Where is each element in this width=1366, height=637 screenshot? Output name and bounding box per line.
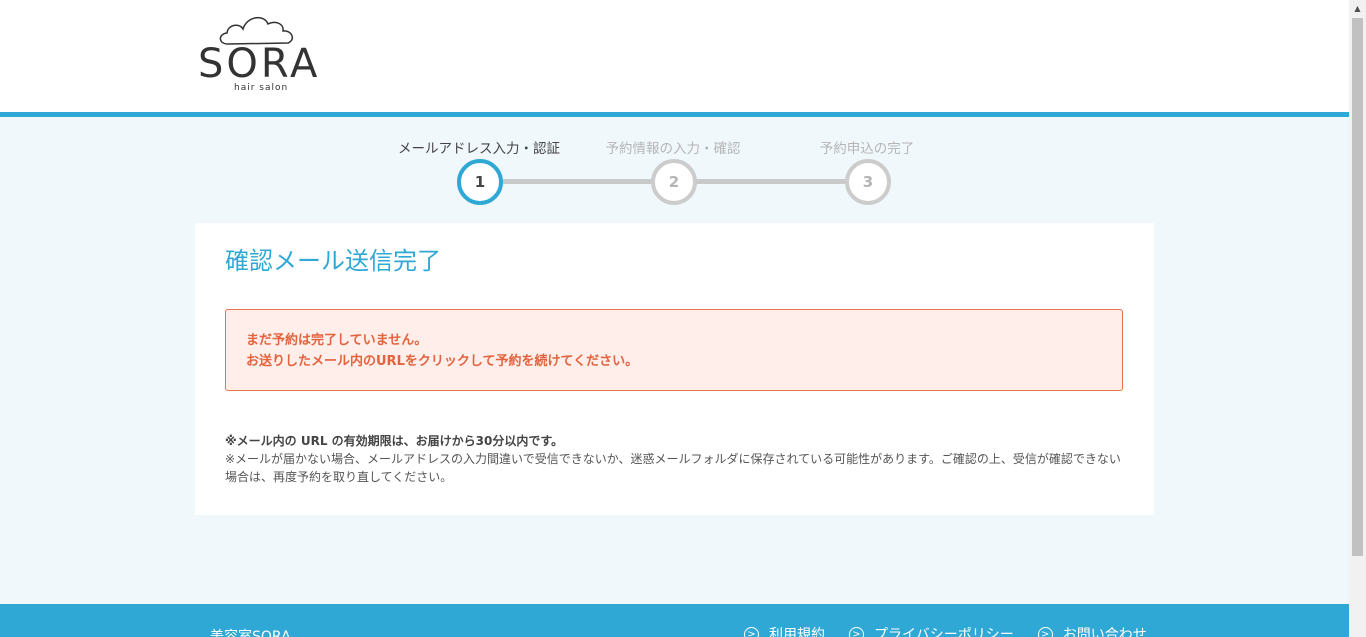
logo-subtitle: hair salon (234, 83, 289, 93)
header: SORA hair salon (0, 0, 1349, 112)
footer-link-terms[interactable]: > 利用規約 (744, 624, 825, 637)
logo-text: SORA (198, 41, 321, 87)
delivery-note: ※メールが届かない場合、メールアドレスの入力間違いで受信できないか、迷惑メールフ… (225, 452, 1121, 484)
chevron-right-icon: > (849, 626, 864, 637)
step-label: 予約申込の完了 (819, 141, 915, 157)
progress-steps: メールアドレス入力・認証 1 予約情報の入力・確認 2 予約申込の完了 3 (0, 117, 1349, 217)
step-label: メールアドレス入力・認証 (398, 141, 560, 157)
footer: 美容室SORA > 利用規約 > プライバシーポリシー > お問い合わせ (0, 604, 1349, 637)
scroll-up-arrow-icon[interactable]: ▲ (1349, 0, 1366, 17)
footer-brand: 美容室SORA (210, 629, 291, 637)
alert-line-1: まだ予約は完了していません。 (246, 333, 428, 348)
footer-link-privacy[interactable]: > プライバシーポリシー (849, 624, 1014, 637)
scrollbar-thumb[interactable] (1352, 18, 1363, 556)
footer-links: > 利用規約 > プライバシーポリシー > お問い合わせ (744, 624, 1147, 637)
footer-link-label: 利用規約 (769, 627, 825, 637)
footer-link-label: お問い合わせ (1062, 627, 1147, 637)
chevron-right-icon: > (1037, 626, 1053, 637)
notes: ※メール内の URL の有効期限は、お届けから30分以内です。 ※メールが届かな… (225, 432, 1129, 486)
step-label: 予約情報の入力・確認 (605, 141, 741, 157)
step-number: 2 (651, 159, 697, 205)
step-number: 3 (845, 159, 891, 205)
page-title: 確認メール送信完了 (225, 247, 441, 275)
footer-link-label: プライバシーポリシー (874, 627, 1014, 637)
vertical-scrollbar[interactable]: ▲ (1349, 0, 1366, 637)
salon-logo[interactable]: SORA hair salon (198, 10, 324, 96)
warning-alert: まだ予約は完了していません。 お送りしたメール内のURLをクリックして予約を続け… (225, 309, 1123, 391)
step-number: 1 (457, 159, 503, 205)
page: SORA hair salon メールアドレス入力・認証 1 予約情報の入力・確… (0, 0, 1349, 637)
alert-line-2: お送りしたメール内のURLをクリックして予約を続けてください。 (246, 354, 639, 369)
confirmation-card: 確認メール送信完了 まだ予約は完了していません。 お送りしたメール内のURLをク… (195, 223, 1154, 515)
chevron-right-icon: > (744, 626, 759, 637)
footer-link-contact[interactable]: > お問い合わせ (1037, 624, 1147, 637)
expiry-note: ※メール内の URL の有効期限は、お届けから30分以内です。 (225, 434, 564, 448)
